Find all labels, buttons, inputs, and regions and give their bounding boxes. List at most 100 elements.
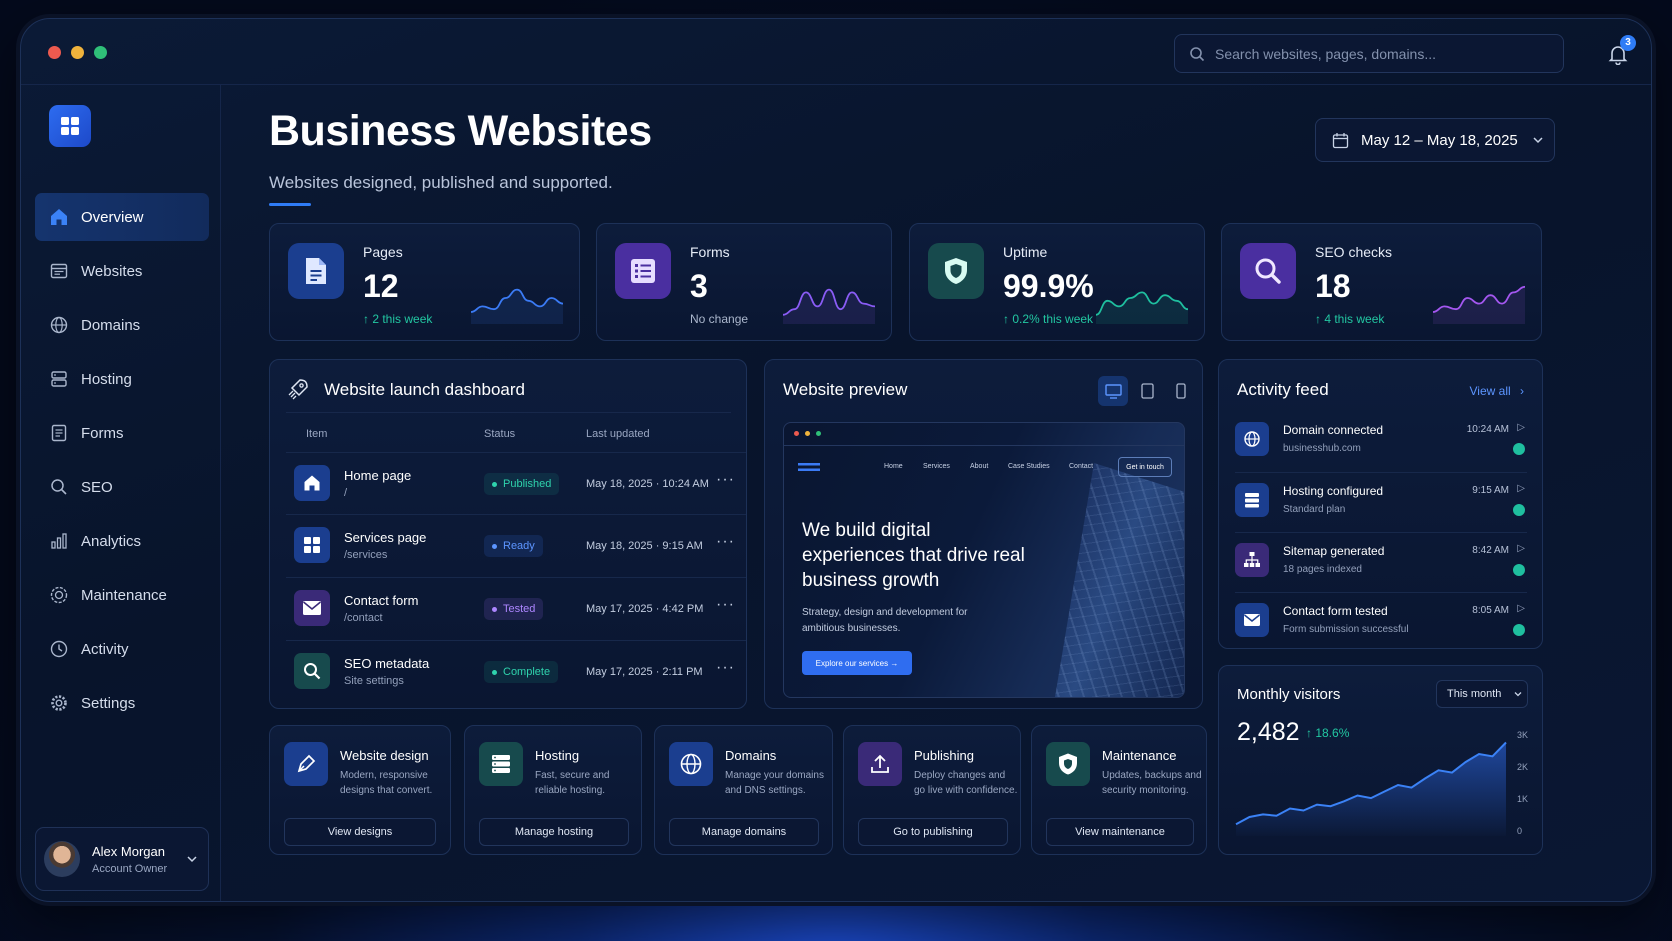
sidebar-item-activity[interactable]: Activity (35, 625, 209, 673)
sidebar-item-hosting[interactable]: Hosting (35, 355, 209, 403)
service-description: Fast, secure and reliable hosting. (535, 770, 610, 796)
stat-icon-box (1240, 243, 1296, 299)
list-icon (631, 259, 655, 283)
sidebar-item-forms[interactable]: Forms (35, 409, 209, 457)
manage-domains-button[interactable]: Manage domains (669, 818, 819, 846)
date-range-picker[interactable]: May 12 – May 18, 2025 (1315, 118, 1555, 162)
activity-time: 8:42 AM (1472, 545, 1509, 556)
go-to-publishing-button[interactable]: Go to publishing (858, 818, 1008, 846)
table-row[interactable]: Home page / Published May 18, 2025 · 10:… (286, 452, 746, 514)
stat-icon-box (615, 243, 671, 299)
sidebar-item-settings[interactable]: Settings (35, 679, 209, 727)
view-maintenance-button[interactable]: View maintenance (1046, 818, 1194, 846)
server-icon (1245, 493, 1259, 508)
divider (286, 412, 731, 413)
chevron-down-icon (1533, 137, 1543, 144)
row-icon-box (294, 590, 330, 626)
row-path: Site settings (344, 675, 404, 687)
sparkline (1432, 285, 1526, 324)
window-minimize-dot[interactable] (71, 46, 84, 59)
stat-value: 18 (1315, 268, 1351, 304)
mobile-view-button[interactable] (1166, 376, 1196, 406)
preview-nav-case-studies: Case Studies (1008, 463, 1050, 470)
stat-value: 12 (363, 268, 399, 304)
status-badge: Ready (484, 535, 543, 557)
document-icon (306, 258, 326, 284)
search-bar[interactable] (1174, 34, 1564, 73)
stat-card-forms[interactable]: Forms 3 No change (596, 223, 892, 341)
row-date: May 18, 2025 · 10:24 AM (586, 478, 709, 490)
activity-item[interactable]: Domain connected businesshub.com 10:24 A… (1235, 412, 1527, 472)
service-card-domains: Domains Manage your domains and DNS sett… (654, 725, 833, 855)
service-title: Domains (725, 748, 777, 763)
stat-card-uptime[interactable]: Uptime 99.9% ↑ 0.2% this week (909, 223, 1205, 341)
sitemap-icon (1244, 552, 1260, 567)
tablet-view-button[interactable] (1132, 376, 1162, 406)
server-icon (492, 755, 510, 773)
more-options-button[interactable]: ··· (716, 471, 735, 489)
preview-nav-services: Services (923, 463, 950, 470)
view-designs-button[interactable]: View designs (284, 818, 436, 846)
search-input[interactable] (1215, 45, 1545, 62)
period-select[interactable]: This month (1436, 680, 1528, 708)
stat-card-pages[interactable]: Pages 12 ↑ 2 this week (269, 223, 580, 341)
activity-feed-panel: Activity feed View all › Domain connecte… (1218, 359, 1543, 649)
more-options-button[interactable]: ··· (716, 533, 735, 551)
preview-body: Strategy, design and development for amb… (802, 607, 968, 634)
desktop-view-button[interactable] (1098, 376, 1128, 406)
y-tick: 0 (1517, 826, 1523, 836)
manage-hosting-button[interactable]: Manage hosting (479, 818, 629, 846)
activity-item[interactable]: Sitemap generated 18 pages indexed 8:42 … (1235, 532, 1527, 592)
sidebar-item-maintenance[interactable]: Maintenance (35, 571, 209, 619)
stat-card-seo-checks[interactable]: SEO checks 18 ↑ 4 this week (1221, 223, 1542, 341)
app-logo[interactable] (49, 105, 91, 147)
preview-dot (816, 431, 821, 436)
shield-icon (945, 258, 967, 284)
activity-subtitle: Form submission successful (1283, 624, 1409, 635)
sidebar-item-domains[interactable]: Domains (35, 301, 209, 349)
home-icon (51, 209, 67, 225)
preview-divider (784, 445, 1184, 446)
stat-delta: ↑ 0.2% this week (1003, 312, 1094, 326)
row-path: /contact (344, 612, 383, 624)
y-tick: 3K (1517, 730, 1529, 740)
shield-icon (1059, 753, 1077, 775)
sidebar-item-label: Analytics (81, 532, 142, 550)
service-description: Deploy changes and go live with confiden… (914, 770, 1018, 796)
table-row[interactable]: SEO metadata Site settings Complete May … (286, 640, 746, 702)
check-circle-icon (1513, 564, 1525, 576)
column-header-status: Status (484, 428, 516, 440)
grid-icon (304, 537, 320, 553)
stat-delta: No change (690, 312, 749, 326)
table-row[interactable]: Services page /services Ready May 18, 20… (286, 514, 746, 576)
status-label: Tested (503, 603, 536, 615)
date-range-label: May 12 – May 18, 2025 (1361, 131, 1518, 149)
sidebar-item-seo[interactable]: SEO (35, 463, 209, 511)
view-all-link[interactable]: View all › (1470, 384, 1524, 398)
mobile-icon (1176, 383, 1186, 399)
activity-item[interactable]: Hosting configured Standard plan 9:15 AM… (1235, 472, 1527, 532)
more-options-button[interactable]: ··· (716, 659, 735, 677)
chevron-right-icon: ▷ (1517, 603, 1525, 614)
service-title: Hosting (535, 748, 580, 763)
table-row[interactable]: Contact form /contact Tested May 17, 202… (286, 577, 746, 639)
status-label: Published (503, 478, 552, 490)
bar-chart-icon (51, 533, 67, 549)
sidebar-item-websites[interactable]: Websites (35, 247, 209, 295)
user-menu[interactable]: Alex Morgan Account Owner (35, 827, 209, 891)
sparkline (782, 288, 876, 324)
stat-delta: ↑ 4 this week (1315, 312, 1385, 326)
globe-icon (1244, 431, 1260, 447)
window-zoom-dot[interactable] (94, 46, 107, 59)
sidebar-item-label: Websites (81, 262, 143, 280)
sidebar-item-overview[interactable]: Overview (35, 193, 209, 241)
row-date: May 17, 2025 · 2:11 PM (586, 666, 703, 678)
sidebar-item-analytics[interactable]: Analytics (35, 517, 209, 565)
panel-title: Monthly visitors (1237, 686, 1341, 703)
window-close-dot[interactable] (48, 46, 61, 59)
service-description: Modern, responsive designs that convert. (340, 770, 433, 796)
y-tick: 2K (1517, 762, 1529, 772)
activity-item[interactable]: Contact form tested Form submission succ… (1235, 592, 1527, 652)
activity-time: 10:24 AM (1466, 424, 1509, 435)
more-options-button[interactable]: ··· (716, 596, 735, 614)
